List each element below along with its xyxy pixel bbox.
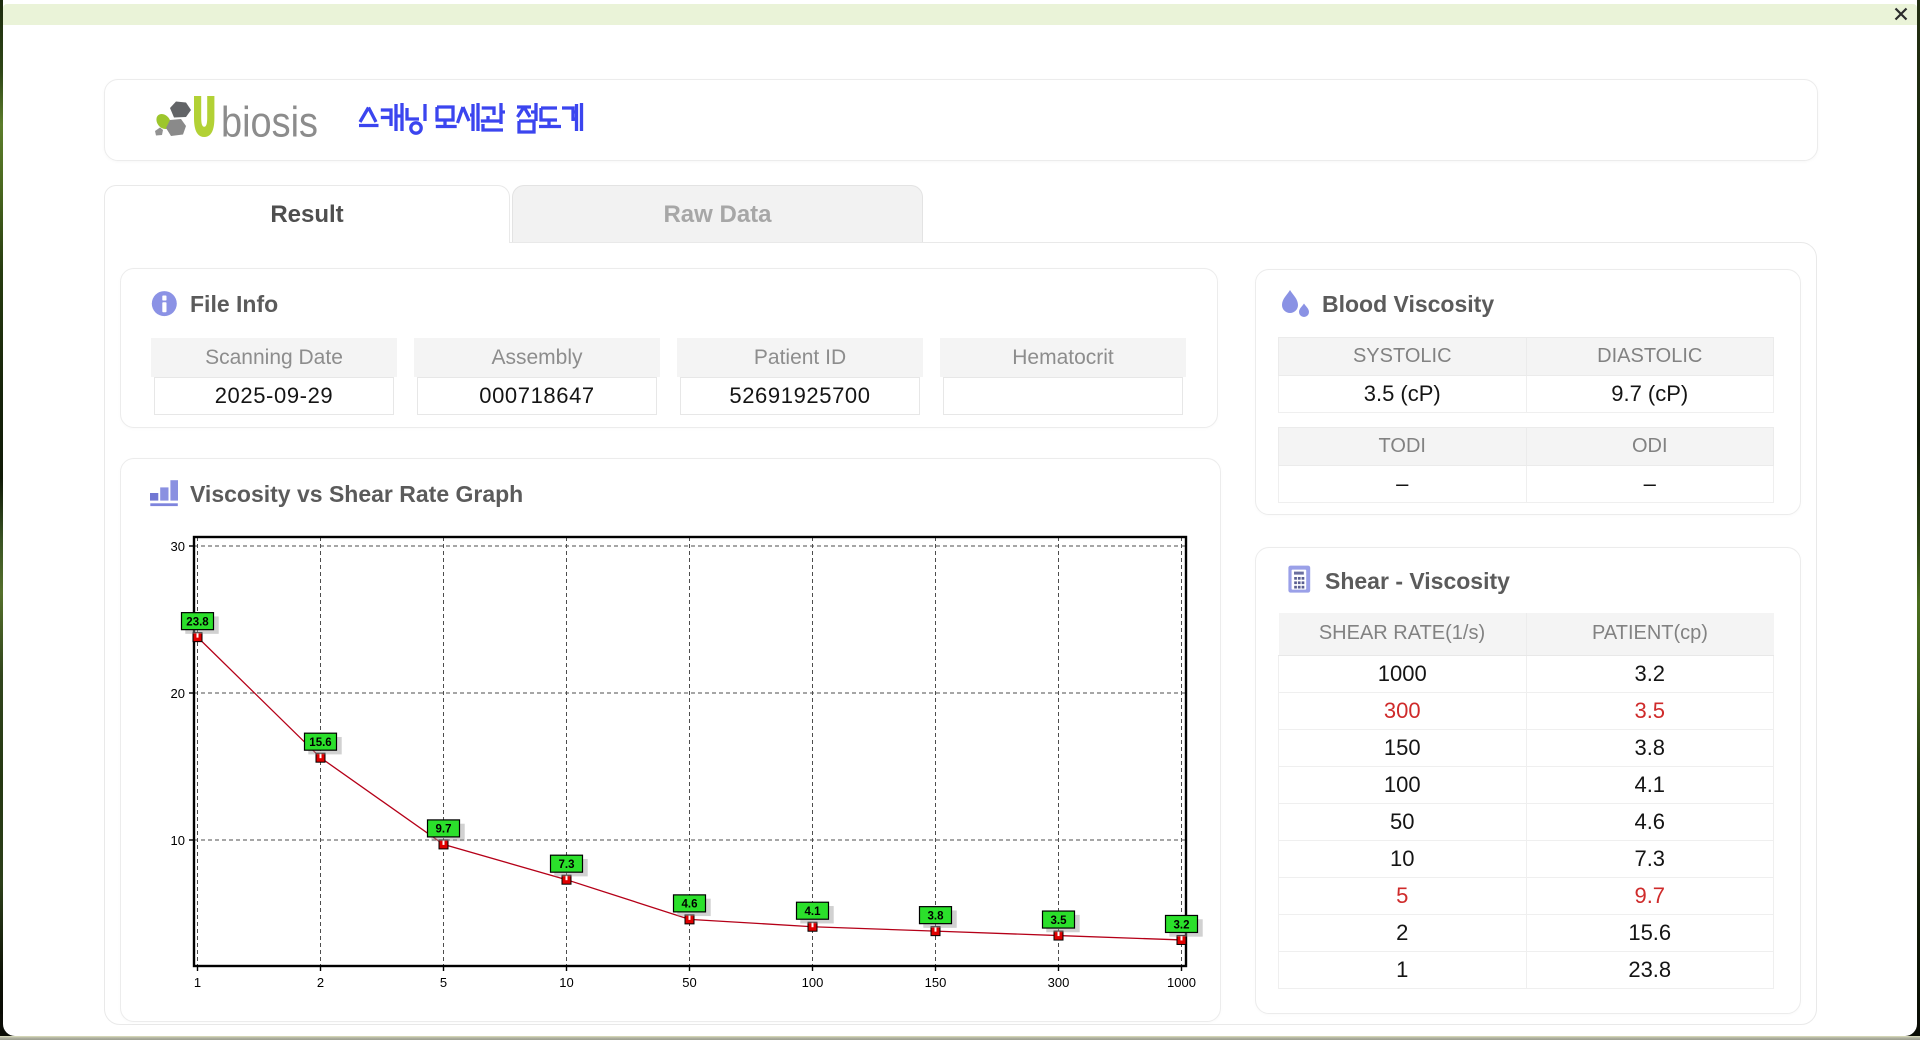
svg-text:15.6: 15.6 (309, 737, 331, 749)
svg-text:9.7: 9.7 (436, 824, 452, 836)
svg-text:20: 20 (171, 686, 185, 701)
svg-text:3.2: 3.2 (1174, 919, 1190, 931)
svg-text:4.1: 4.1 (805, 906, 822, 918)
svg-text:300: 300 (1048, 975, 1070, 990)
svg-text:3.5: 3.5 (1051, 915, 1068, 927)
svg-text:10: 10 (171, 833, 185, 848)
svg-text:1: 1 (194, 975, 201, 990)
svg-text:30: 30 (171, 539, 185, 554)
svg-text:23.8: 23.8 (186, 616, 209, 628)
svg-text:3.8: 3.8 (928, 910, 945, 922)
svg-text:4.6: 4.6 (682, 899, 698, 911)
svg-text:1000: 1000 (1167, 975, 1196, 990)
svg-text:7.3: 7.3 (559, 859, 575, 871)
svg-text:150: 150 (925, 975, 947, 990)
svg-text:2: 2 (317, 975, 324, 990)
svg-text:5: 5 (440, 975, 447, 990)
svg-text:50: 50 (682, 975, 696, 990)
svg-text:biosis: biosis (221, 100, 318, 147)
svg-text:100: 100 (802, 975, 824, 990)
svg-text:10: 10 (559, 975, 573, 990)
